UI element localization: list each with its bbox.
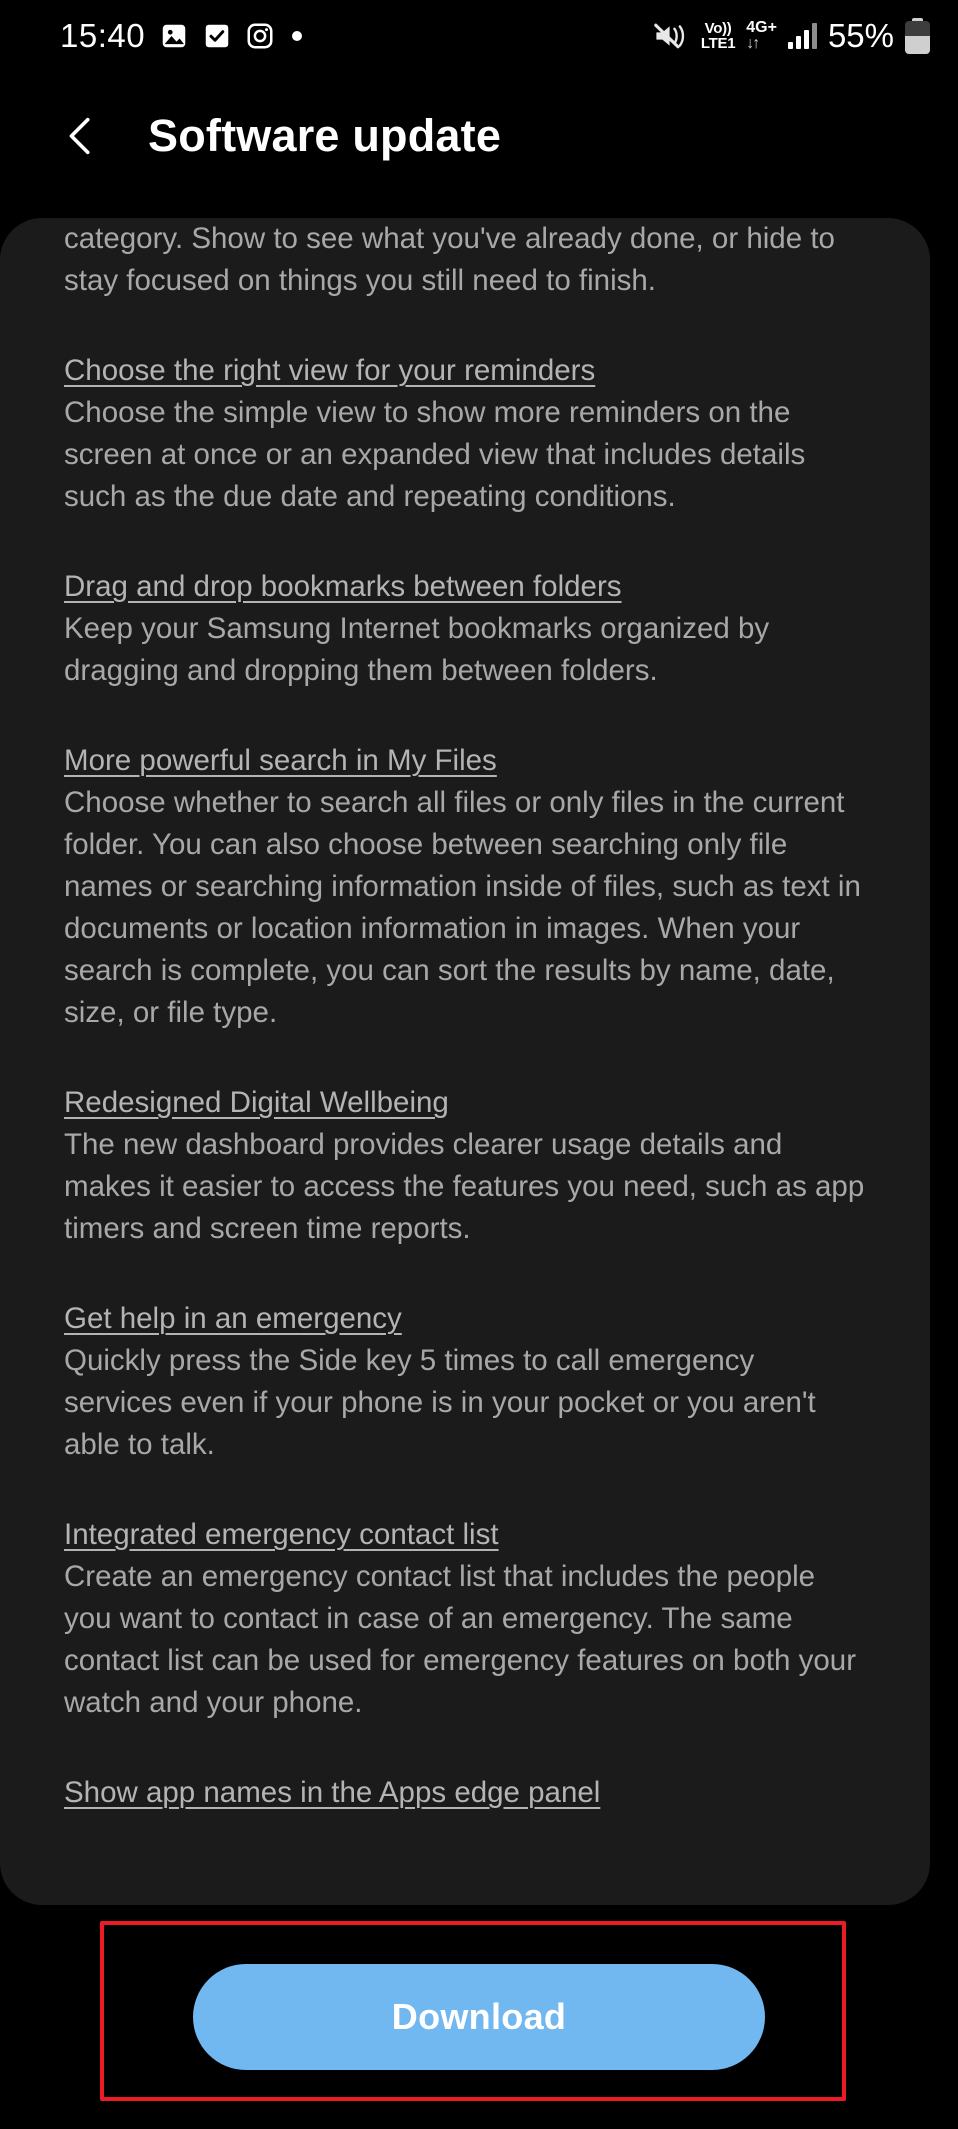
battery-percent-label: 55%	[827, 17, 894, 54]
back-chevron-icon	[69, 117, 90, 155]
app-header: Software update	[0, 72, 958, 200]
section-body: The new dashboard provides clearer usage…	[64, 1128, 865, 1245]
phone-screen: 15:40 Vo)) LTE1 4G+ ↓↑ 55% Software upda…	[0, 0, 958, 2129]
release-note-section: Show app names in the Apps edge panel	[64, 1772, 866, 1814]
dot-icon	[289, 28, 305, 44]
section-title: Drag and drop bookmarks between folders	[64, 570, 622, 603]
release-note-section: More powerful search in My Files Choose …	[64, 740, 866, 1034]
download-button[interactable]: Download	[193, 1964, 765, 2070]
network-type-group: 4G+ ↓↑	[746, 20, 777, 52]
page-title: Software update	[148, 110, 502, 161]
status-clock: 15:40	[60, 17, 146, 54]
section-title: Integrated emergency contact list	[64, 1518, 499, 1551]
release-note-section: Drag and drop bookmarks between folders …	[64, 566, 866, 692]
network-arrows: ↓↑	[746, 35, 760, 52]
release-note-section: Get help in an emergency Quickly press t…	[64, 1298, 866, 1466]
back-button[interactable]	[52, 107, 110, 165]
instagram-icon	[245, 21, 275, 51]
volte-line-2: LTE1	[700, 35, 736, 52]
checkbox-icon	[203, 21, 231, 51]
section-title: Redesigned Digital Wellbeing	[64, 1086, 449, 1119]
status-bar-right: Vo)) LTE1 4G+ ↓↑ 55%	[654, 17, 930, 55]
release-note-section: Redesigned Digital Wellbeing The new das…	[64, 1082, 866, 1250]
section-body: Choose whether to search all files or on…	[64, 786, 861, 1029]
mute-icon	[654, 21, 690, 51]
section-body: Choose the simple view to show more remi…	[64, 396, 806, 513]
section-body: Keep your Samsung Internet bookmarks org…	[64, 612, 770, 687]
image-icon	[159, 21, 189, 51]
signal-bars-icon	[787, 23, 817, 49]
release-note-section: You can show or hide the completed remin…	[64, 218, 866, 302]
network-type-label: 4G+	[746, 19, 777, 36]
bottom-action-bar: Download	[0, 1905, 958, 2129]
section-body: Create an emergency contact list that in…	[64, 1560, 857, 1719]
release-notes-scroll-container[interactable]: You can show or hide the completed remin…	[0, 218, 930, 1905]
section-title: Show app names in the Apps edge panel	[64, 1776, 601, 1809]
release-note-section: Integrated emergency contact list Create…	[64, 1514, 866, 1724]
volte-line-1: Vo))	[704, 20, 732, 37]
section-body: You can show or hide the completed remin…	[64, 222, 835, 297]
section-body: Quickly press the Side key 5 times to ca…	[64, 1344, 816, 1461]
status-bar-left: 15:40	[60, 17, 305, 55]
volte-indicator: Vo)) LTE1	[700, 20, 736, 52]
section-title: More powerful search in My Files	[64, 744, 497, 777]
battery-icon	[905, 18, 930, 54]
network-indicator: 4G+ ↓↑	[746, 20, 777, 52]
section-title: Get help in an emergency	[64, 1302, 402, 1335]
status-bar: 15:40 Vo)) LTE1 4G+ ↓↑ 55%	[0, 0, 958, 72]
section-title: Choose the right view for your reminders	[64, 354, 596, 387]
release-notes-content: You can show or hide the completed remin…	[0, 218, 930, 1814]
release-note-section: Choose the right view for your reminders…	[64, 350, 866, 518]
